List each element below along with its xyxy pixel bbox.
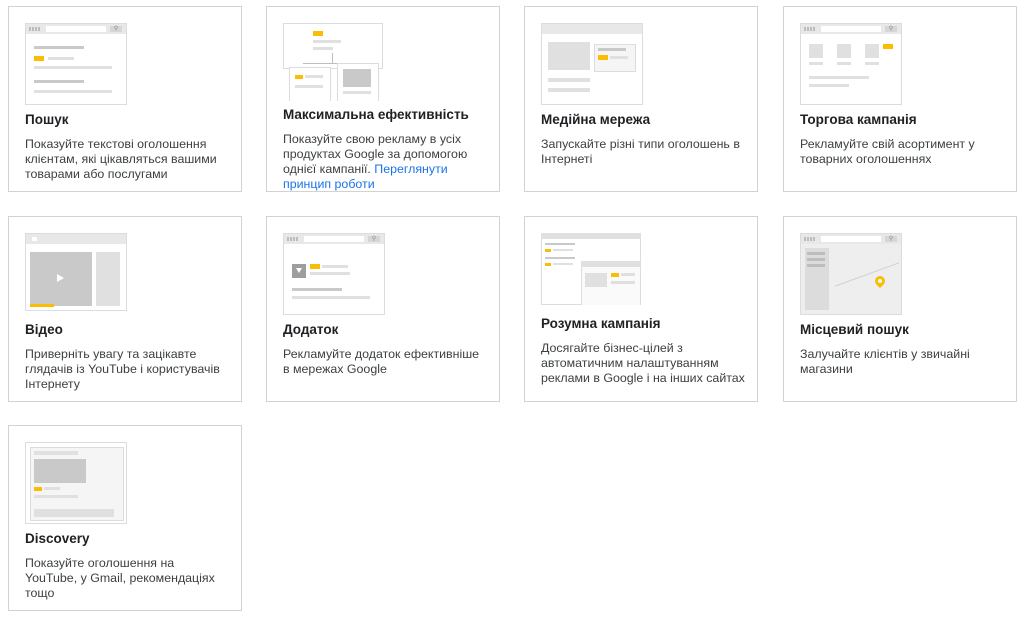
campaign-card-shopping[interactable]: ⚲ Торгова кампанія Рекламуйте свій асорт… — [783, 6, 1017, 192]
card-description: Залучайте клієнтів у звичайні магазини — [800, 347, 970, 376]
card-title: Торгова кампанія — [800, 112, 917, 127]
card-description: Показуйте оголошення на YouTube, у Gmail… — [25, 556, 215, 600]
local-illustration-icon: ⚲ — [800, 233, 902, 315]
card-description: Показуйте свою рекламу в усіх продуктах … — [283, 132, 468, 191]
card-description: Запускайте різні типи оголошень в Інтерн… — [541, 137, 740, 166]
card-description: Рекламуйте свій асортимент у товарних ог… — [800, 137, 975, 166]
card-title: Пошук — [25, 112, 69, 127]
card-title: Discovery — [25, 531, 90, 546]
card-title: Розумна кампанія — [541, 316, 661, 331]
shopping-illustration-icon: ⚲ — [800, 23, 902, 105]
search-illustration-icon: ⚲ — [25, 23, 127, 105]
campaign-card-search[interactable]: ⚲ Пошук Показуйте текстові оголошення кл… — [8, 6, 242, 192]
card-description: Досягайте бізнес-цілей з автоматичним на… — [541, 341, 745, 385]
campaign-card-performance-max[interactable]: Максимальна ефективність Показуйте свою … — [266, 6, 500, 192]
app-illustration-icon: ⚲ — [283, 233, 385, 315]
card-description: Приверніть увагу та зацікавте глядачів і… — [25, 347, 220, 391]
campaign-card-video[interactable]: Відео Приверніть увагу та зацікавте гляд… — [8, 216, 242, 402]
card-title: Медійна мережа — [541, 112, 651, 127]
smart-illustration-icon — [541, 233, 641, 305]
card-title: Додаток — [283, 322, 339, 337]
card-title: Місцевий пошук — [800, 322, 909, 337]
campaign-card-display[interactable]: Медійна мережа Запускайте різні типи ого… — [524, 6, 758, 192]
card-description: Рекламуйте додаток ефективніше в мережах… — [283, 347, 480, 376]
performance-max-illustration-icon — [283, 23, 383, 101]
card-title: Максимальна ефективність — [283, 107, 469, 122]
display-illustration-icon — [541, 23, 643, 105]
card-description: Показуйте текстові оголошення клієнтам, … — [25, 137, 217, 181]
campaign-card-smart[interactable]: Розумна кампанія Досягайте бізнес-цілей … — [524, 216, 758, 402]
video-illustration-icon — [25, 233, 127, 311]
discovery-illustration-icon — [25, 442, 127, 524]
card-title: Відео — [25, 322, 63, 337]
campaign-type-grid: ⚲ Пошук Показуйте текстові оголошення кл… — [0, 0, 1024, 620]
campaign-card-discovery[interactable]: Discovery Показуйте оголошення на YouTub… — [8, 425, 242, 611]
campaign-card-app[interactable]: ⚲ Додаток Рекламуйте додаток ефективніше… — [266, 216, 500, 402]
campaign-card-local[interactable]: ⚲ Місцевий пошук Залучайте клієнтів у зв… — [783, 216, 1017, 402]
